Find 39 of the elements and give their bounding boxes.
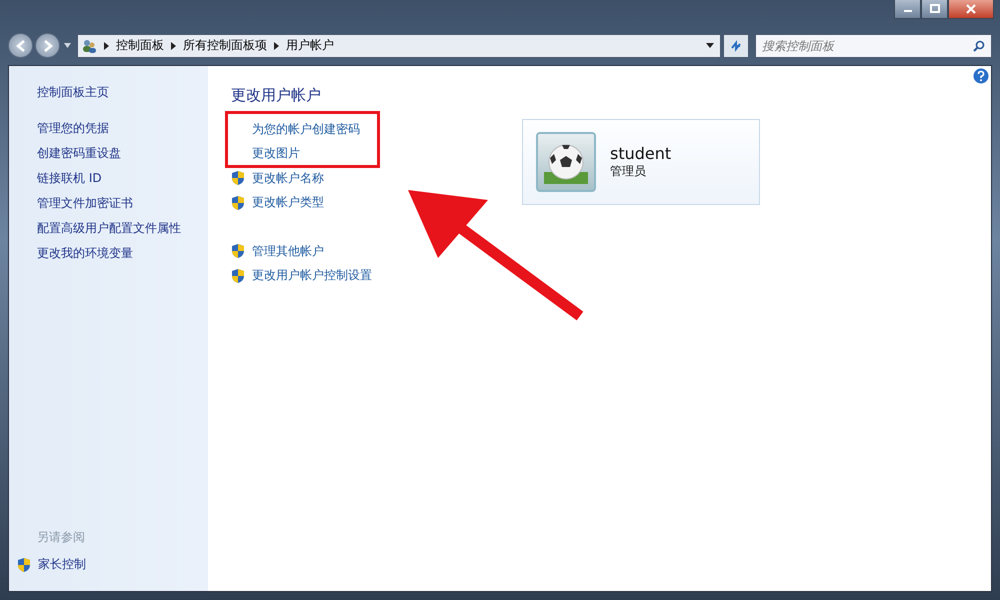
close-button[interactable] (948, 0, 994, 19)
chevron-icon (274, 42, 279, 50)
address-bar[interactable]: 控制面板 所有控制面板项 用户帐户 (77, 34, 721, 58)
refresh-icon (729, 38, 743, 52)
chevron-icon (104, 42, 109, 50)
page-title: 更改用户帐户 (231, 86, 322, 105)
refresh-button[interactable] (723, 34, 749, 58)
help-icon[interactable] (973, 68, 989, 84)
task-link[interactable]: 更改用户帐户控制设置 (252, 267, 372, 284)
task-link[interactable]: 更改帐户名称 (252, 170, 324, 187)
back-button[interactable] (8, 33, 33, 58)
chevron-icon (171, 42, 176, 50)
account-role: 管理员 (610, 163, 647, 180)
maximize-button[interactable] (921, 0, 948, 19)
sidebar-link[interactable]: 管理文件加密证书 (37, 191, 208, 216)
search-field[interactable]: 搜索控制面板 (755, 34, 992, 58)
sidebar-link[interactable]: 管理您的凭据 (37, 116, 208, 141)
sidebar-link[interactable]: 配置高级用户配置文件属性 (37, 216, 208, 241)
minimize-button[interactable] (894, 0, 921, 19)
close-icon (965, 4, 977, 14)
breadcrumb[interactable]: 所有控制面板项 (183, 37, 267, 54)
dropdown-caret-icon[interactable] (706, 43, 714, 48)
breadcrumb[interactable]: 用户帐户 (286, 37, 334, 54)
task-link[interactable]: 更改帐户类型 (252, 194, 324, 212)
sidebar-link[interactable]: 创建密码重设盘 (37, 141, 208, 166)
search-icon (973, 40, 985, 52)
breadcrumb[interactable]: 控制面板 (116, 37, 164, 54)
sidebar-link[interactable]: 更改我的环境变量 (37, 241, 208, 266)
task-link[interactable]: 更改图片 (252, 145, 300, 162)
sidebar-link[interactable]: 控制面板主页 (37, 80, 208, 105)
task-link[interactable]: 为您的帐户创建密码 (252, 120, 360, 138)
sidebar-link[interactable]: 链接联机 ID (37, 166, 208, 191)
maximize-icon (928, 4, 940, 14)
sidebar-link[interactable]: 家长控制 (38, 552, 86, 577)
forward-button[interactable] (35, 33, 60, 58)
users-icon (81, 38, 97, 54)
see-also-heading: 另请参阅 (36, 529, 86, 546)
task-link[interactable]: 管理其他帐户 (252, 242, 324, 260)
account-name: student (610, 144, 672, 163)
